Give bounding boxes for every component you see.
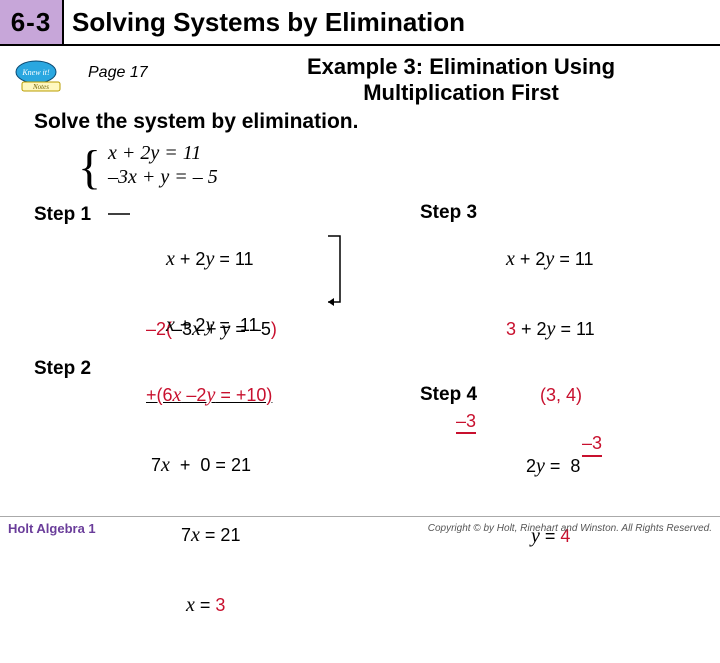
- step-1-label: Step 1: [34, 204, 91, 226]
- step2-line2: +(6x –2y = +10): [146, 383, 272, 408]
- knew-it-bottom: Notes: [32, 83, 49, 91]
- footer-right: Copyright © by Holt, Rinehart and Winsto…: [428, 523, 712, 534]
- page-label: Page 17: [88, 64, 148, 82]
- step2-math: x + 2y = 11 +(6x –2y = +10) 7x + 0 = 21 …: [146, 268, 272, 663]
- content-area: Knew it! Notes Page 17 Example 3: Elimin…: [0, 46, 720, 516]
- example-title-line1: Example 3: Elimination Using: [226, 54, 696, 80]
- footer: Holt Algebra 1 Copyright © by Holt, Rine…: [0, 516, 720, 540]
- step2-line5: x = 3: [146, 593, 272, 618]
- step3-sub-left: –3: [456, 410, 476, 435]
- step3-line2: 3 + 2y = 11: [506, 317, 595, 342]
- instruction: Solve the system by elimination.: [34, 110, 358, 134]
- step3-sub-right: –3: [582, 432, 602, 457]
- header: 6-3 Solving Systems by Elimination: [0, 0, 720, 46]
- knew-it-icon: Knew it! Notes: [14, 58, 66, 92]
- example-title-line2: Multiplication First: [226, 80, 696, 106]
- step3-line1: x + 2y = 11: [506, 247, 595, 272]
- step-2-label: Step 2: [34, 358, 91, 380]
- step-3-label: Step 3: [420, 202, 477, 224]
- footer-left: Holt Algebra 1: [8, 521, 96, 536]
- example-title: Example 3: Elimination Using Multiplicat…: [226, 54, 696, 106]
- system-equations: x + 2y = 11 –3x + y = – 5: [108, 142, 218, 189]
- knew-it-top: Knew it!: [21, 68, 50, 77]
- system-line1: x + 2y = 11: [108, 142, 218, 166]
- step2-line1: x + 2y = 11: [146, 313, 272, 338]
- system-brace: {: [78, 140, 101, 195]
- lesson-title: Solving Systems by Elimination: [64, 0, 465, 44]
- lesson-number-box: 6-3: [0, 0, 64, 44]
- step2-line3: 7x + 0 = 21: [146, 453, 272, 478]
- step-4-label: Step 4: [420, 384, 477, 406]
- solution: (3, 4): [540, 384, 582, 407]
- system-line2: –3x + y = – 5: [108, 166, 218, 190]
- lesson-number: 6-3: [11, 7, 52, 38]
